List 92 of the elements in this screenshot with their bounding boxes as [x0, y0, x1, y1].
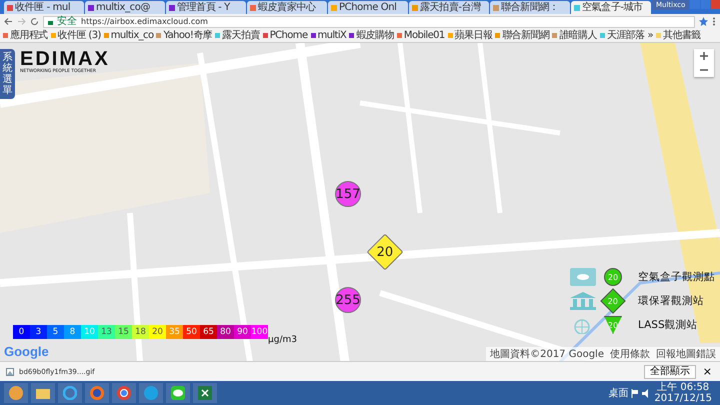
menu-tab[interactable]: 系統選單 — [0, 49, 15, 99]
address-field[interactable]: 安全 https://airbox.edimaxcloud.com — [43, 16, 695, 28]
bookmark-icon — [156, 33, 162, 38]
scale-step: 18 — [132, 325, 149, 339]
map-attribution: 地圖資料©2017 Google — [490, 348, 604, 361]
more-bookmarks[interactable]: » — [648, 30, 654, 42]
bookmark[interactable]: 收件匣 (3) — [58, 30, 101, 42]
bookmark-icon — [215, 33, 220, 38]
browser-tab[interactable]: multix_co@ — [85, 1, 165, 14]
scale-step: 5 — [47, 325, 64, 339]
bookmark[interactable]: multix_co — [110, 30, 154, 42]
google-logo: Google — [4, 344, 49, 359]
scale-unit: μg/m3 — [268, 335, 297, 345]
site-icon — [331, 4, 337, 10]
plus-icon — [700, 52, 708, 60]
bookmark[interactable]: 誰暗購人 — [559, 30, 597, 42]
bookmark[interactable]: 露天拍賣 — [222, 30, 260, 42]
back-icon[interactable] — [4, 17, 13, 26]
site-icon — [7, 4, 13, 10]
map-link[interactable]: 使用條款 — [610, 347, 650, 361]
bookmark[interactable]: 聯合新聞網 — [502, 30, 550, 42]
star-icon[interactable] — [699, 17, 708, 26]
browser-icon[interactable] — [112, 383, 136, 403]
scale-step: 10 — [81, 325, 98, 339]
bookmark[interactable]: 應用程式 — [10, 30, 48, 42]
clock[interactable]: 上午 06:58 2017/12/15 — [654, 382, 716, 404]
folder-icon[interactable] — [31, 383, 55, 403]
scale-step: 15 — [115, 325, 132, 339]
legend-label: LASS觀測站 — [638, 318, 699, 332]
bookmark[interactable]: 蝦皮購物 — [356, 30, 394, 42]
scale-step: 90 — [234, 325, 251, 339]
spreadsheet-icon[interactable] — [193, 383, 217, 403]
show-all-button[interactable]: 全部顯示 — [644, 364, 696, 378]
bookmark-icon — [262, 33, 268, 38]
site-icon — [574, 4, 580, 10]
chat-icon[interactable] — [166, 383, 190, 403]
scale-step: 3 — [30, 325, 47, 339]
scale-step: 50 — [183, 325, 200, 339]
cloud-box-icon — [570, 268, 596, 286]
bookmark-icon — [448, 33, 453, 38]
legend-label: 環保署觀測站 — [638, 294, 705, 308]
site-icon — [88, 4, 94, 10]
flag-icon[interactable] — [631, 388, 640, 398]
scale-step: 35 — [166, 325, 183, 339]
bookmark[interactable]: 天涯部落 — [606, 30, 644, 42]
image-file-icon — [6, 368, 14, 376]
bookmark-icon — [396, 33, 402, 38]
browser-tab[interactable]: 蝦皮賣家中心 — [247, 1, 327, 14]
close-button[interactable]: × — [700, 365, 714, 378]
url-text: https://airbox.edimaxcloud.com — [81, 17, 208, 26]
brand-logo: EDIMAX — [20, 49, 110, 69]
scale-step: 13 — [98, 325, 115, 339]
scale-step: 0 — [13, 325, 30, 339]
scale-step: 20 — [149, 325, 166, 339]
bookmark-icon — [3, 33, 8, 38]
bookmark-icon — [349, 33, 354, 38]
scale-step: 80 — [217, 325, 234, 339]
site-icon — [493, 4, 499, 10]
site-icon — [250, 4, 256, 10]
bookmark[interactable]: Yahoo!奇摩 — [163, 30, 212, 42]
bookmark-icon — [104, 33, 109, 38]
browser-tab[interactable]: PChome Onl — [328, 1, 408, 14]
lock-icon — [48, 18, 53, 24]
desktop-label[interactable]: 桌面 — [608, 386, 628, 400]
site-icon — [412, 4, 418, 10]
browser-tab[interactable]: 聯合新聞網： — [490, 1, 570, 14]
browser-tab[interactable]: 管理首頁 - Y — [166, 1, 246, 14]
other-bookmarks[interactable]: 其他書籤 — [663, 30, 701, 42]
browser-tab[interactable]: 露天拍賣-台灣 — [409, 1, 489, 14]
browser-tab[interactable]: 空氣盒子-城市 — [571, 1, 651, 14]
scale-step: 65 — [200, 325, 217, 339]
bookmark-icon — [50, 33, 56, 38]
menu-icon[interactable] — [712, 17, 716, 26]
legend-label: 空氣盒子觀測點 — [638, 270, 715, 284]
browser-tab[interactable]: 收件匣 - mul — [4, 1, 84, 14]
security-label: 安全 — [57, 16, 77, 26]
bookmark-icon — [600, 33, 605, 38]
bookmark[interactable]: 蘋果日報 — [454, 30, 492, 42]
map-link[interactable]: 回報地圖錯誤 — [656, 347, 716, 361]
start-icon[interactable] — [4, 383, 28, 403]
site-icon — [169, 4, 175, 10]
building-icon — [570, 292, 596, 310]
bookmark[interactable]: multiX — [318, 30, 346, 42]
bookmark[interactable]: Mobile01 — [404, 30, 445, 42]
folder-icon — [656, 33, 662, 38]
scale-step: 8 — [64, 325, 81, 339]
reload-icon[interactable] — [30, 17, 39, 26]
scale-step: 100 — [251, 325, 268, 339]
bookmark-icon — [310, 33, 316, 38]
bookmark-icon — [495, 33, 500, 38]
bookmark[interactable]: PChome — [270, 30, 308, 42]
bookmark-icon — [552, 33, 558, 38]
